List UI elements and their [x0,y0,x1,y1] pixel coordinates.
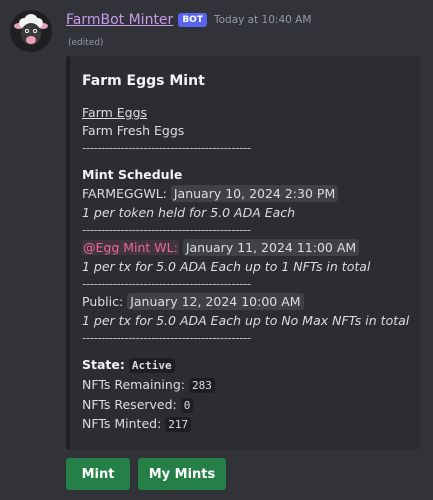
minted-row: NFTs Minted: 217 [82,416,192,433]
phase-date[interactable]: January 10, 2024 2:30 PM [170,185,339,202]
collection-link[interactable]: Farm Eggs [82,105,147,121]
state-row: State: Active [82,357,175,374]
remaining-value: 283 [188,378,215,393]
minted-value: 217 [165,417,192,432]
minted-label: NFTs Minted: [82,416,162,431]
phase-row: @Egg Mint WL: January 11, 2024 11:00 AM [82,239,360,256]
reserved-value: 0 [180,398,194,413]
phase-terms: 1 per tx for 5.0 ADA Each up to No Max N… [82,313,410,328]
divider: ----------------------------------------… [82,331,251,345]
reserved-label: NFTs Reserved: [82,397,177,412]
phase-label: Public: [82,294,124,309]
edited-label: (edited) [68,38,104,48]
phase-label: FARMEGGWL: [82,186,167,201]
my-mints-button[interactable]: My Mints [138,458,226,490]
phase-row: FARMEGGWL: January 10, 2024 2:30 PM [82,185,339,202]
phase-date[interactable]: January 11, 2024 11:00 AM [182,239,360,256]
remaining-row: NFTs Remaining: 283 [82,377,215,394]
embed-title: Farm Eggs Mint [82,73,205,89]
divider: ----------------------------------------… [82,223,251,237]
bot-avatar[interactable] [10,10,52,52]
schedule-heading: Mint Schedule [82,167,183,182]
mint-embed: Farm Eggs Mint Farm Eggs Farm Fresh Eggs… [66,56,420,450]
bot-badge: BOT [178,13,207,27]
message-timestamp[interactable]: Today at 10:40 AM [214,14,311,26]
collection-description: Farm Fresh Eggs [82,123,185,138]
message-header: FarmBot Minter BOT Today at 10:40 AM [66,10,311,30]
remaining-label: NFTs Remaining: [82,377,185,392]
mint-button[interactable]: Mint [66,458,130,490]
state-label: State: [82,357,125,372]
phase-terms: 1 per token held for 5.0 ADA Each [82,205,296,220]
sheep-avatar-icon [10,10,52,52]
role-mention[interactable]: @Egg Mint WL: [82,240,179,255]
divider: ----------------------------------------… [82,277,251,291]
phase-date[interactable]: January 12, 2024 10:00 AM [127,293,304,310]
phase-terms: 1 per tx for 5.0 ADA Each up to 1 NFTs i… [82,259,371,274]
author-name[interactable]: FarmBot Minter [66,12,173,28]
divider: ----------------------------------------… [82,141,251,155]
phase-row: Public: January 12, 2024 10:00 AM [82,293,304,310]
reserved-row: NFTs Reserved: 0 [82,397,194,414]
state-value: Active [128,358,175,373]
